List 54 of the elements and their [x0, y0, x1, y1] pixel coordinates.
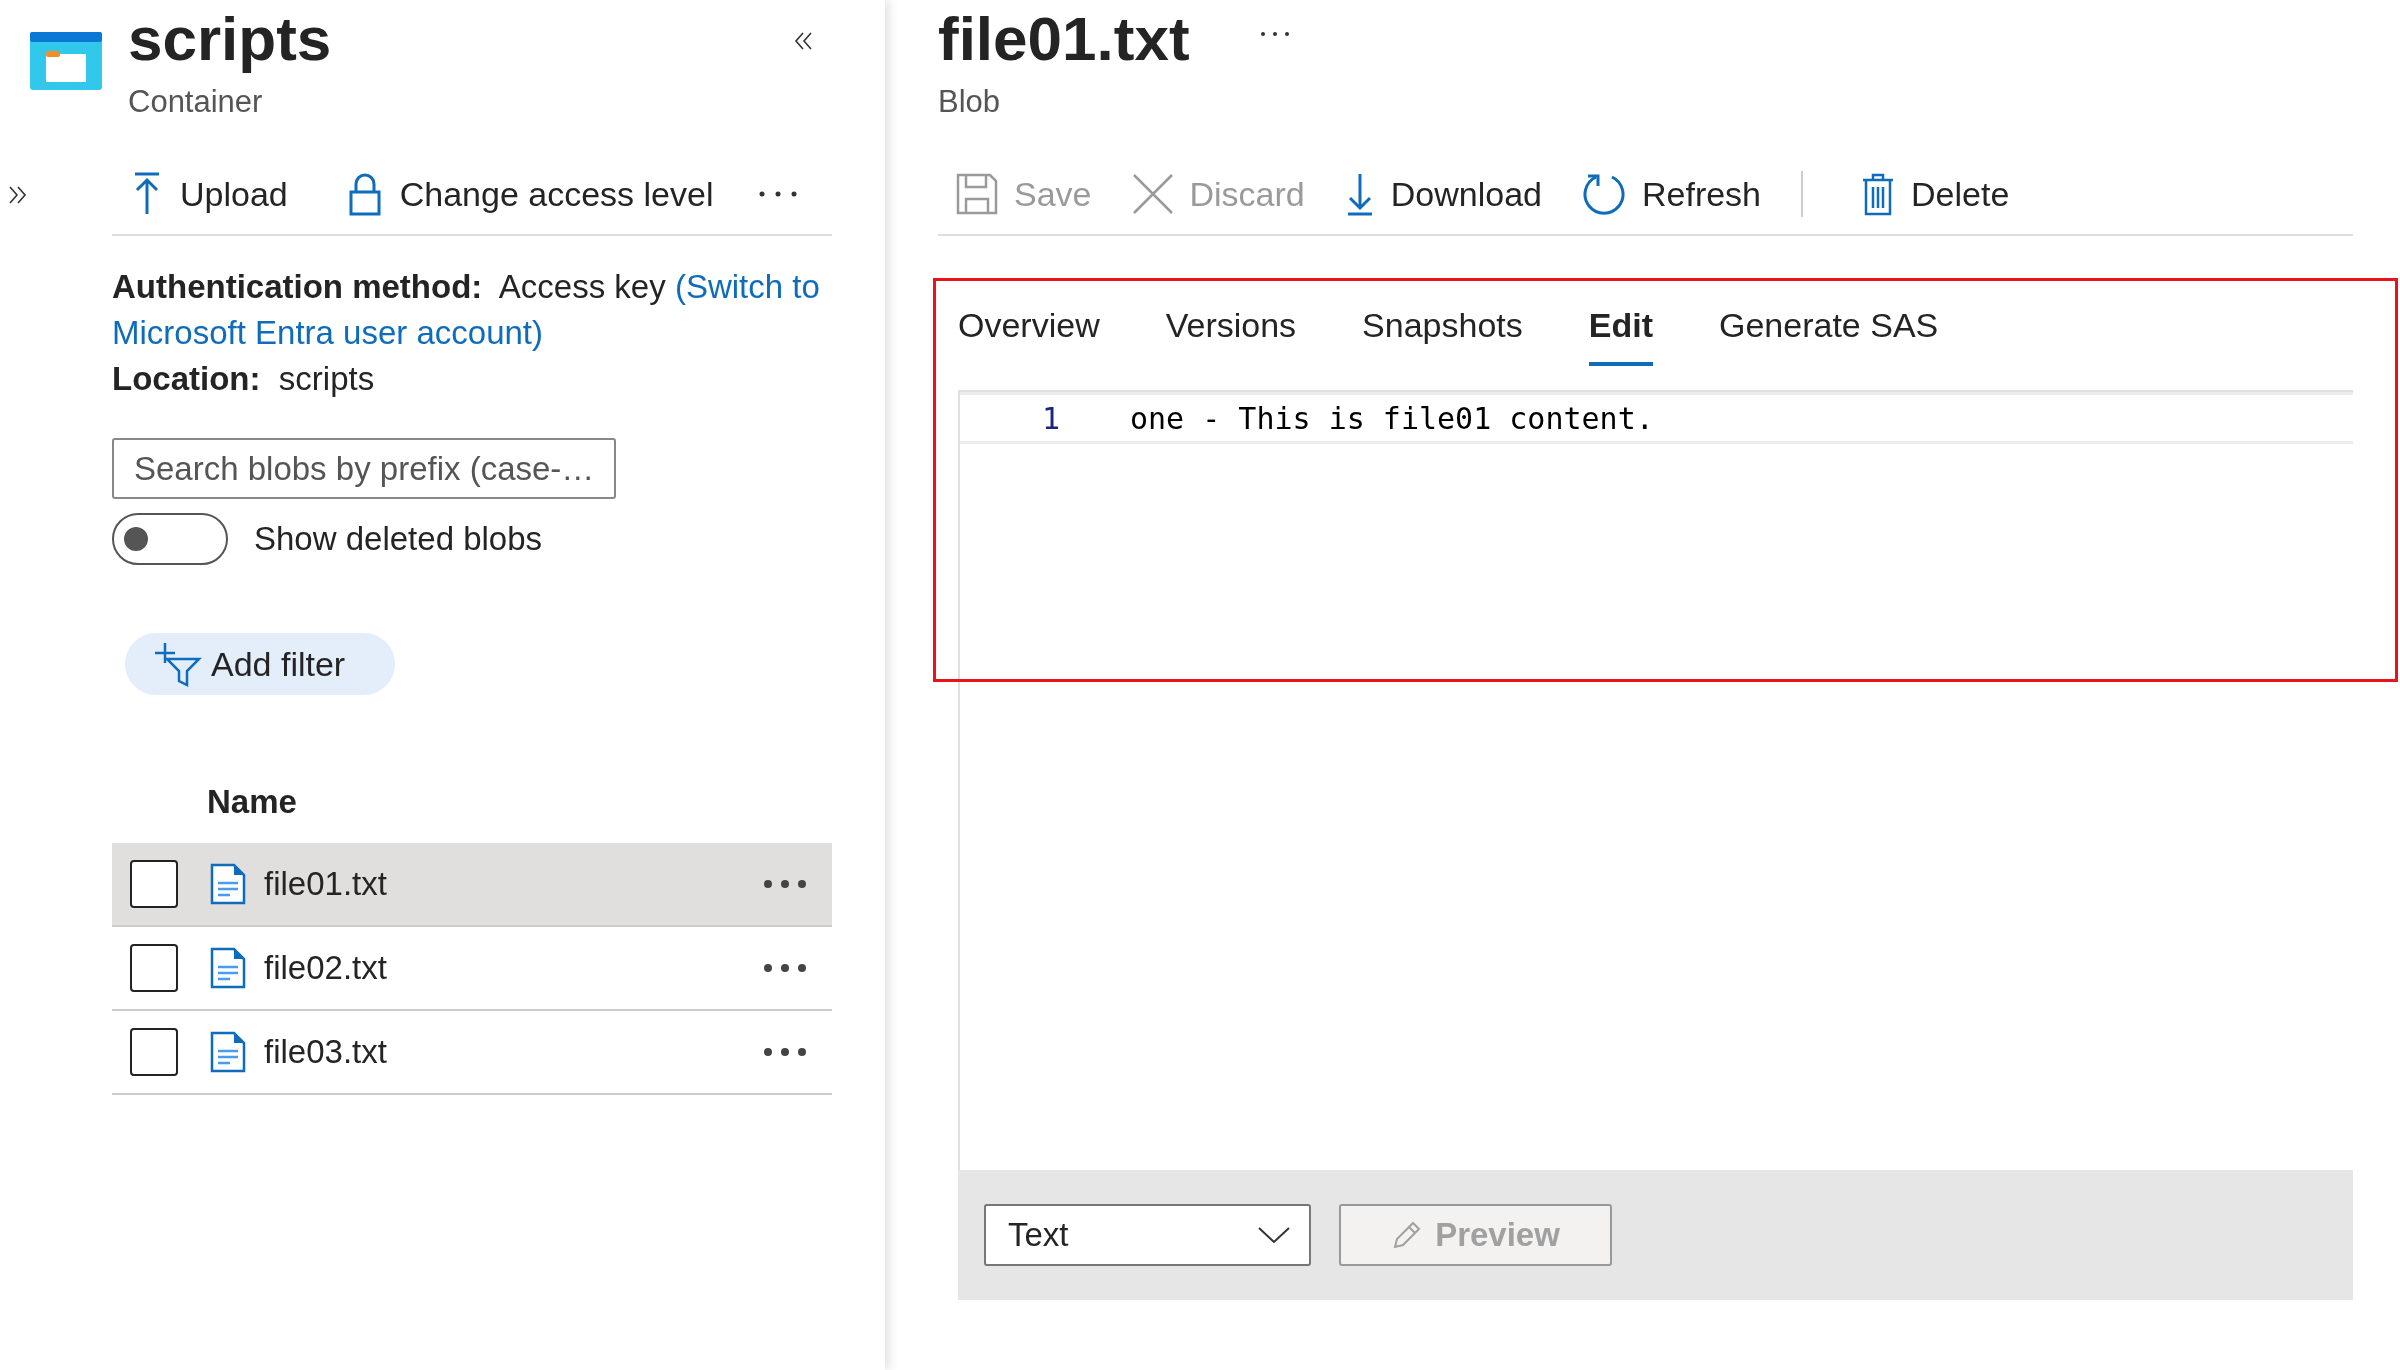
document-icon [210, 1031, 246, 1073]
toggle-switch[interactable] [112, 513, 228, 565]
tab[interactable]: Overview [958, 302, 1100, 366]
row-checkbox[interactable] [130, 860, 178, 908]
more-icon[interactable] [757, 190, 798, 198]
blob-subtitle: Blob [938, 83, 1002, 121]
refresh-icon [1581, 172, 1626, 216]
toolbar-button[interactable]: Upload [112, 172, 288, 216]
toolbar-button[interactable]: Delete [1843, 172, 2010, 216]
toolbar-button[interactable]: Download [1326, 172, 1542, 216]
switch-account-link[interactable]: Microsoft Entra user account) [112, 314, 543, 351]
file-name[interactable]: file01.txt [264, 865, 763, 903]
page-title: scripts [128, 3, 332, 75]
document-icon [210, 863, 246, 905]
language-dropdown[interactable]: Text [984, 1204, 1311, 1266]
row-checkbox[interactable] [130, 1028, 178, 1076]
close-icon [1131, 173, 1174, 215]
tab[interactable]: Edit [1588, 302, 1653, 366]
toolbar-button[interactable]: Change access level [327, 172, 714, 216]
file-row[interactable]: file02.txt [112, 927, 832, 1011]
page-subtitle: Container [128, 83, 264, 121]
lock-icon [347, 172, 382, 216]
expand-icon[interactable] [6, 184, 28, 206]
location-text: Location: scripts [112, 359, 376, 399]
save-icon [956, 173, 998, 215]
row-checkbox[interactable] [130, 944, 178, 992]
document-icon [210, 947, 246, 989]
column-header[interactable]: Name [207, 783, 297, 820]
blob-title: file01.txt [938, 3, 1190, 75]
auth-method-text: Authentication method: Access key (Switch to Microsoft Entra user account) [112, 267, 821, 353]
search-field[interactable]: Search blobs by prefix (case-… [112, 438, 616, 499]
switch-account-link[interactable]: (Switch to [674, 268, 820, 305]
tab[interactable]: Snapshots [1362, 302, 1523, 366]
upload-icon [132, 172, 162, 216]
tab[interactable]: Generate SAS [1719, 302, 1939, 366]
line-number: 1 [1040, 400, 1060, 436]
more-icon[interactable] [1259, 31, 1290, 37]
more-icon[interactable] [763, 879, 807, 889]
chevron-down-icon [1257, 1226, 1291, 1244]
filter-icon [153, 641, 203, 687]
file-row[interactable]: file01.txt [112, 843, 832, 927]
toggle-label: Show deleted blobs [254, 520, 543, 558]
file-name[interactable]: file02.txt [264, 949, 763, 987]
add-filter-button[interactable]: Add filter [125, 633, 396, 695]
tab[interactable]: Versions [1165, 302, 1297, 366]
toolbar-button[interactable]: Refresh [1563, 172, 1762, 216]
more-icon[interactable] [763, 963, 807, 973]
collapse-icon[interactable] [793, 30, 815, 52]
folder-icon [30, 32, 102, 90]
more-icon[interactable] [763, 1047, 807, 1057]
file-name[interactable]: file03.txt [264, 1033, 763, 1071]
trash-icon [1861, 172, 1896, 216]
code-line: one - This is file01 content. [1130, 400, 1654, 436]
file-row[interactable]: file03.txt [112, 1011, 832, 1095]
